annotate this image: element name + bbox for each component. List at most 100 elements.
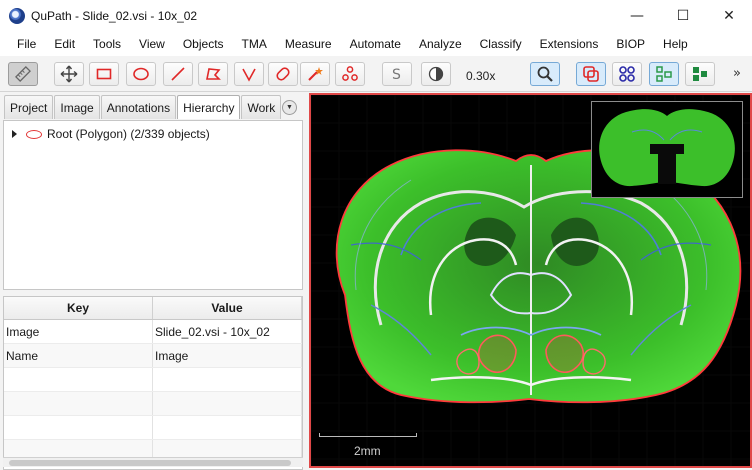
window-title: QuPath - Slide_02.vsi - 10x_02	[31, 8, 198, 23]
overview-thumbnail[interactable]	[591, 101, 743, 198]
tab-image[interactable]: Image	[54, 95, 100, 119]
table-cell-value: Image	[153, 344, 302, 367]
column-header-value[interactable]: Value	[153, 297, 302, 319]
menu-measure[interactable]: Measure	[276, 37, 341, 51]
points-tool-button[interactable]	[335, 62, 365, 86]
annotations-icon	[583, 66, 599, 82]
menu-bar: File Edit Tools View Objects TMA Measure…	[0, 31, 752, 56]
table-cell-key	[4, 392, 153, 415]
minimize-button[interactable]: —	[614, 0, 660, 31]
table-cell-value	[153, 392, 302, 415]
title-bar: QuPath - Slide_02.vsi - 10x_02 — ☐ ✕	[0, 0, 752, 31]
tma-grid-icon	[619, 66, 635, 82]
menu-tma[interactable]: TMA	[233, 37, 276, 51]
zoom-level: 0.30x	[466, 69, 496, 83]
table-cell-value	[153, 368, 302, 391]
analysis-tabs: Project Image Annotations Hierarchy Work	[4, 95, 282, 120]
scale-bar-label: 2mm	[354, 444, 381, 458]
polyline-icon	[242, 68, 256, 82]
move-arrows-icon	[60, 65, 78, 83]
polygon-tool-button[interactable]	[198, 62, 228, 86]
table-row	[4, 392, 302, 416]
show-annotations-button[interactable]	[576, 62, 606, 86]
window-controls: — ☐ ✕	[614, 0, 752, 31]
tab-workflow[interactable]: Work	[241, 95, 282, 119]
line-tool-button[interactable]	[163, 62, 193, 86]
tab-annotations[interactable]: Annotations	[100, 95, 177, 119]
table-horizontal-scrollbar[interactable]	[3, 457, 303, 467]
ellipse-tool-button[interactable]	[126, 62, 156, 86]
rectangle-tool-button[interactable]	[89, 62, 119, 86]
tree-root-label: Root (Polygon) (2/339 objects)	[47, 127, 210, 141]
ellipse-icon	[133, 67, 149, 81]
toolbar: S 0.30x »	[0, 56, 752, 92]
overview-brain-image	[599, 109, 735, 187]
polygon-icon	[206, 68, 221, 80]
line-icon	[171, 67, 185, 81]
image-viewer[interactable]: 2mm	[309, 93, 752, 468]
points-icon	[342, 66, 358, 81]
polygon-roi-icon	[26, 129, 42, 139]
menu-objects[interactable]: Objects	[174, 37, 233, 51]
table-cell-key	[4, 416, 153, 439]
svg-text:S: S	[392, 67, 401, 83]
tabs-overflow-button[interactable]: ▼	[282, 100, 297, 115]
polyline-tool-button[interactable]	[234, 62, 264, 86]
magic-wand-icon	[308, 67, 323, 81]
menu-tools[interactable]: Tools	[84, 37, 130, 51]
brightness-contrast-button[interactable]	[421, 62, 451, 86]
hierarchy-tree[interactable]: Root (Polygon) (2/339 objects)	[3, 120, 303, 290]
table-row	[4, 368, 302, 392]
column-header-key[interactable]: Key	[4, 297, 153, 319]
table-cell-key: Image	[4, 320, 153, 343]
analysis-pane: Project Image Annotations Hierarchy Work…	[0, 92, 306, 470]
ruler-icon	[15, 66, 31, 82]
maximize-button[interactable]: ☐	[660, 0, 706, 31]
fill-detections-button[interactable]	[685, 62, 715, 86]
scale-bar	[319, 433, 417, 437]
table-row	[4, 416, 302, 440]
table-cell-value	[153, 416, 302, 439]
filled-detections-icon	[693, 67, 707, 81]
rectangle-icon	[96, 68, 112, 80]
menu-classify[interactable]: Classify	[471, 37, 531, 51]
contrast-icon	[428, 66, 444, 82]
close-button[interactable]: ✕	[706, 0, 752, 31]
qupath-window: QuPath - Slide_02.vsi - 10x_02 — ☐ ✕ Fil…	[0, 0, 752, 470]
move-tool-button[interactable]	[54, 62, 84, 86]
table-header: Key Value	[4, 297, 302, 320]
tab-hierarchy[interactable]: Hierarchy	[177, 95, 241, 119]
measurement-table: Key Value Image Slide_02.vsi - 10x_02 Na…	[3, 296, 303, 470]
detections-icon	[656, 66, 672, 82]
tree-root-row[interactable]: Root (Polygon) (2/339 objects)	[12, 127, 210, 141]
menu-edit[interactable]: Edit	[45, 37, 84, 51]
expand-arrow-icon[interactable]	[12, 130, 17, 138]
table-cell-key: Name	[4, 344, 153, 367]
table-cell-value: Slide_02.vsi - 10x_02	[153, 320, 302, 343]
menu-view[interactable]: View	[130, 37, 174, 51]
menu-analyze[interactable]: Analyze	[410, 37, 471, 51]
tab-project[interactable]: Project	[4, 95, 54, 119]
menu-automate[interactable]: Automate	[341, 37, 410, 51]
show-analysis-pane-button[interactable]	[8, 62, 38, 86]
scrollbar-thumb[interactable]	[9, 460, 291, 466]
brush-tool-button[interactable]	[268, 62, 298, 86]
qupath-app-icon	[9, 7, 25, 24]
toolbar-overflow-button[interactable]: »	[733, 66, 741, 81]
show-detections-button[interactable]	[649, 62, 679, 86]
menu-file[interactable]: File	[8, 37, 45, 51]
menu-biop[interactable]: BIOP	[607, 37, 654, 51]
chevron-down-icon: ▼	[286, 104, 293, 111]
selection-s-icon: S	[392, 67, 401, 83]
magnifier-icon	[537, 66, 553, 82]
wand-tool-button[interactable]	[300, 62, 330, 86]
menu-help[interactable]: Help	[654, 37, 697, 51]
table-row[interactable]: Name Image	[4, 344, 302, 368]
menu-extensions[interactable]: Extensions	[531, 37, 608, 51]
selection-mode-button[interactable]: S	[382, 62, 412, 86]
table-cell-key	[4, 368, 153, 391]
show-tma-grid-button[interactable]	[612, 62, 642, 86]
brush-icon	[276, 67, 290, 81]
zoom-to-fit-button[interactable]	[530, 62, 560, 86]
table-row[interactable]: Image Slide_02.vsi - 10x_02	[4, 320, 302, 344]
